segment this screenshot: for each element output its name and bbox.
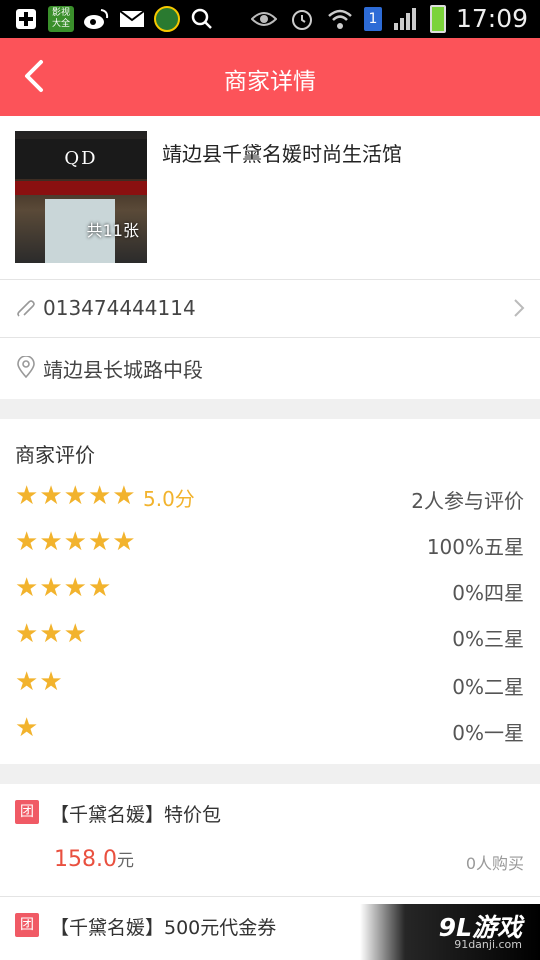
shop-name: 靖边县千黛名媛时尚生活馆 [162,142,402,166]
overall-stars: ★ ★ ★ ★ ★ [15,481,136,511]
sim-icon: 1 [363,6,382,31]
deal-title: 【千黛名媛】500元代金券 [50,917,277,939]
signal-icon [392,5,420,33]
phone-row[interactable]: 013474444114 [0,279,540,337]
ratings-title: 商家评价 [15,443,95,467]
star-icon: ★ [87,527,112,557]
star-icon: ★ [39,667,63,697]
search-icon [188,5,216,33]
rating-label-3: 0%三星 [452,627,524,651]
star-icon: ★ [63,619,87,649]
video-app-icon: 影视大全 [48,6,74,32]
notification-icons: 影视大全 [12,5,216,33]
group-buy-badge: 团 [15,913,39,937]
group-buy-badge: 团 [15,800,39,824]
phone-number: 013474444114 [43,296,196,320]
photo-count: 共11张 [86,221,139,240]
star-icon: ★ [15,619,39,649]
star-icon: ★ [15,573,39,603]
star-icon: ★ [15,667,39,697]
star-icon: ★ [39,619,63,649]
deal-sold-count: 0人购买 [465,854,524,873]
nav-bar: 商家详情 [0,38,540,116]
address-text: 靖边县长城路中段 [43,358,203,382]
rating-row-3: ★ ★ ★ 0%三星 [0,619,540,659]
phone-icon [17,300,35,317]
stars-3: ★ ★ ★ [15,619,87,649]
chevron-right-icon [514,299,525,317]
watermark-site: 91danji.com [454,938,522,951]
star-icon: ★ [63,481,87,511]
star-icon: ★ [63,573,87,603]
weibo-icon [82,5,110,33]
mail-icon [118,5,146,33]
stars-4: ★ ★ ★ ★ [15,573,111,603]
eye-icon [250,5,278,33]
rating-row-4: ★ ★ ★ ★ 0%四星 [0,573,540,613]
stars-1: ★ [15,713,38,743]
star-icon: ★ [15,481,39,511]
battery-icon [429,4,446,33]
shop-photo[interactable]: QD 共11张 [15,131,147,263]
clock: 17:09 [455,4,528,33]
location-pin-icon [17,356,35,378]
wifi-icon [326,5,354,33]
star-icon: ★ [39,527,63,557]
star-icon: ★ [39,481,63,511]
status-bar: 影视大全 1 17:09 [0,0,540,38]
stars-2: ★ ★ [15,667,63,697]
rating-label-5: 100%五星 [426,535,524,559]
rating-label-4: 0%四星 [452,581,524,605]
star-icon: ★ [39,573,63,603]
shop-header: QD 共11张 靖边县千黛名媛时尚生活馆 [0,116,540,279]
star-icon: ★ [87,481,112,511]
deal-price: 158.0元 [54,846,134,872]
star-icon: ★ [15,713,39,743]
overall-rating-row: ★ ★ ★ ★ ★ 5.0分 2人参与评价 [0,481,540,521]
star-icon: ★ [112,481,136,511]
star-icon: ★ [63,527,87,557]
rating-label-1: 0%一星 [452,721,524,745]
deal-item[interactable]: 团 【千黛名媛】特价包 158.0元 0人购买 [0,784,540,896]
star-icon: ★ [112,527,136,557]
stars-5: ★ ★ ★ ★ ★ [15,527,136,557]
rating-label-2: 0%二星 [452,675,524,699]
game-app-icon [154,6,180,32]
address-row[interactable]: 靖边县长城路中段 [0,337,540,399]
add-icon [12,5,40,33]
star-icon: ★ [87,573,112,603]
shop-banner [15,181,147,195]
deal-price-value: 158.0 [54,847,117,872]
rating-row-2: ★ ★ 0%二星 [0,667,540,707]
shop-sign: QD [15,139,147,179]
rating-row-5: ★ ★ ★ ★ ★ 100%五星 [0,527,540,567]
system-icons: 1 17:09 [250,4,528,33]
alarm-icon [288,5,316,33]
rating-score: 5.0分 [143,487,195,511]
deal-price-unit: 元 [116,851,134,871]
rating-row-1: ★ 0%一星 [0,713,540,753]
rating-participants: 2人参与评价 [411,489,524,513]
star-icon: ★ [15,527,39,557]
watermark: 9L游戏 91danji.com [360,904,540,960]
page-title: 商家详情 [224,69,316,95]
ratings-section: 商家评价 ★ ★ ★ ★ ★ 5.0分 2人参与评价 ★ ★ ★ ★ ★ 100%五星 ★ ★ ★ ★… [0,419,540,764]
deal-title: 【千黛名媛】特价包 [50,804,222,826]
